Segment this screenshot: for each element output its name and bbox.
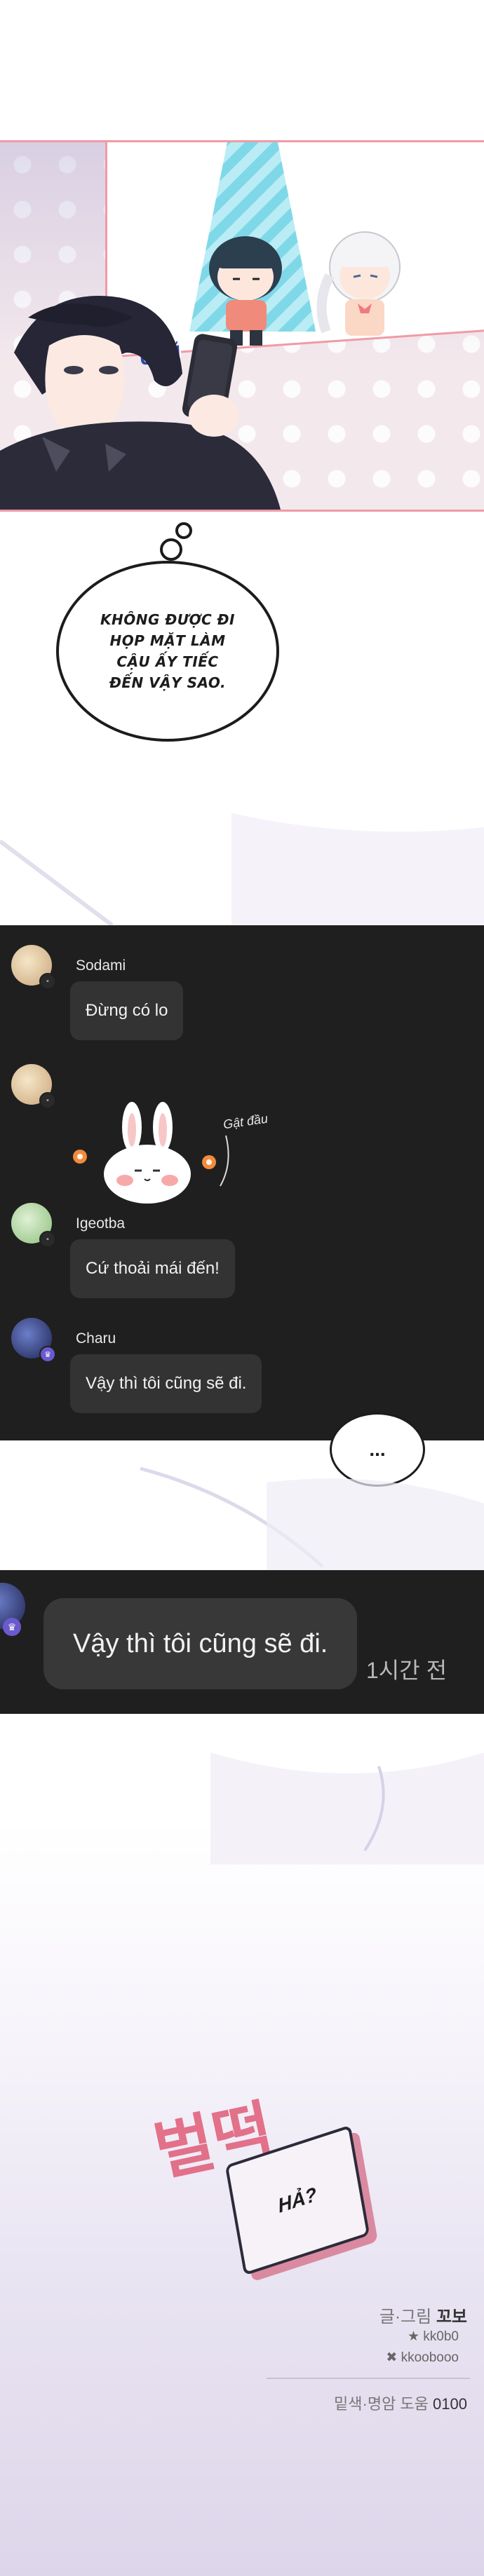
character-holding-phone-illustration bbox=[0, 296, 281, 510]
credit-handle-text: kkoobooo bbox=[401, 2350, 459, 2365]
comic-panel-phone-scene: Ủ rũ bbox=[0, 140, 484, 512]
x-icon: ✖ bbox=[386, 2350, 401, 2365]
credit-helper-name: 0100 bbox=[433, 2395, 467, 2413]
message-timestamp: 1시간 전 bbox=[366, 1658, 448, 1683]
credit-writer-name: 꼬보 bbox=[436, 2308, 467, 2326]
credit-writer-label: 글·그림 bbox=[379, 2308, 432, 2326]
chat-message-bubble-large[interactable]: Vậy thì tôi cũng sẽ đi. bbox=[43, 1598, 358, 1689]
chat-username: Charu bbox=[76, 1330, 116, 1347]
chat-message-bubble[interactable]: Cứ thoải mái đến! bbox=[70, 1239, 235, 1298]
crown-badge-icon: ♛ bbox=[39, 1346, 56, 1363]
credit-helper-label: 밑색·명암 도움 bbox=[334, 2395, 429, 2413]
chat-username: Igeotba bbox=[76, 1215, 126, 1232]
credit-handle-text: kk0b0 bbox=[423, 2329, 459, 2344]
background-brush-strokes bbox=[140, 1466, 484, 1570]
bunny-sticker[interactable] bbox=[70, 1093, 238, 1206]
background-brush-strokes bbox=[0, 813, 484, 925]
bubble-tail-dot bbox=[160, 538, 182, 561]
zoomed-chat-message-panel: ♛ Vậy thì tôi cũng sẽ đi. 1시간 전 bbox=[0, 1570, 484, 1714]
star-icon: ★ bbox=[407, 2329, 424, 2344]
bubble-tail-dot bbox=[175, 522, 192, 539]
chat-message-bubble[interactable]: Vậy thì tôi cũng sẽ đi. bbox=[70, 1354, 262, 1413]
background-wash bbox=[210, 1752, 484, 1865]
credit-writer: 글·그림 꼬보 bbox=[295, 2303, 467, 2327]
credit-handle-2: ✖ kkoobooo bbox=[295, 2350, 459, 2366]
speech-bubble-text: KHÔNG ĐƯỢC ĐI HỌP MẶT LÀM CẬU ẤY TIẾC ĐẾ… bbox=[100, 611, 235, 691]
group-chat-panel: ▪ Sodami Đừng có lo ▪ Gật đầu ▪ Igeotba … bbox=[0, 925, 484, 1440]
chat-username: Sodami bbox=[76, 958, 126, 974]
member-badge-icon: ▪ bbox=[39, 1231, 56, 1248]
crown-badge-icon: ♛ bbox=[3, 1618, 21, 1636]
credit-helper: 밑색·명암 도움 0100 bbox=[281, 2392, 467, 2414]
reaction-text: HẢ? bbox=[276, 2183, 318, 2217]
credit-divider bbox=[267, 2378, 470, 2379]
speech-bubble: KHÔNG ĐƯỢC ĐI HỌP MẶT LÀM CẬU ẤY TIẾC ĐẾ… bbox=[56, 561, 279, 742]
member-badge-icon: ▪ bbox=[39, 973, 56, 990]
chat-message-bubble[interactable]: Đừng có lo bbox=[70, 981, 184, 1040]
credit-handle-1: ★ kk0b0 bbox=[295, 2329, 459, 2345]
member-badge-icon: ▪ bbox=[39, 1092, 56, 1109]
